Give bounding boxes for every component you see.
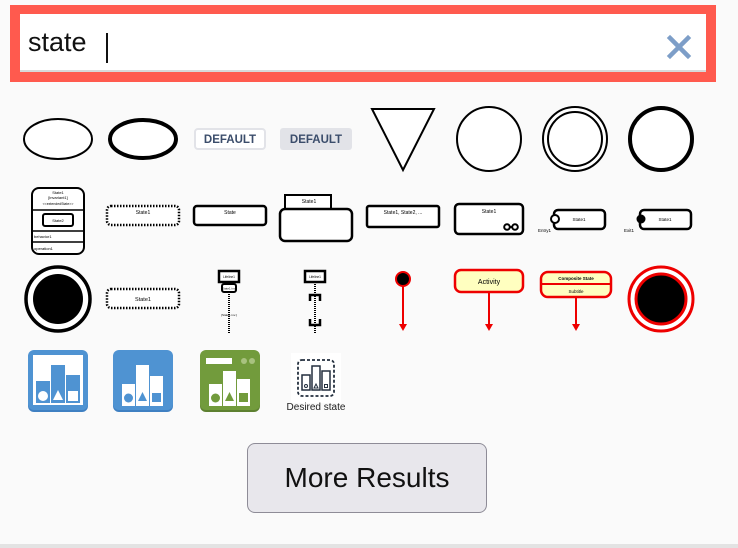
behavior-text: behavior1 (34, 234, 52, 239)
lifeline-label-text: Lifeline1 (223, 275, 235, 279)
operation-text: operation1 (34, 246, 54, 251)
shape-state-list[interactable]: State1, State2, ... (363, 181, 443, 251)
state-label-text: State1 (302, 199, 317, 205)
shape-circle[interactable] (449, 104, 529, 174)
search-input[interactable] (28, 14, 648, 70)
activity-label-text: Activity (478, 279, 501, 286)
search-box (10, 5, 716, 82)
aws-state-green-icon[interactable] (190, 347, 270, 417)
state-label-text: State1 (135, 297, 151, 303)
shape-final-state-red[interactable] (621, 264, 701, 334)
invariant-note-text: {State1 inv.} (221, 313, 237, 317)
shape-state-entry-point[interactable]: State1 Entry1 (535, 184, 615, 254)
shape-double-circle[interactable] (535, 104, 615, 174)
state-label-text: State1 (572, 217, 586, 222)
exit-label-text: Exit1 (624, 228, 635, 233)
composite-label-text: Composite State (558, 276, 594, 281)
shape-triangle-down[interactable] (363, 104, 443, 174)
shape-state-dashed-wide[interactable]: State1 (103, 264, 183, 334)
shape-state-dashed[interactable]: State1 (103, 181, 183, 251)
shape-final-state[interactable] (18, 264, 98, 334)
shape-state-with-tab[interactable]: State1 (276, 184, 356, 254)
desired-state-label: Desired state (286, 402, 346, 413)
shape-ellipse[interactable] (18, 104, 98, 174)
state-label-text: State1, State2, ... (384, 210, 423, 216)
shape-lifeline-state-invariant[interactable]: Lifeline1 State1 inv. {State1 inv.} (190, 264, 270, 334)
shape-initial-state-red[interactable] (363, 264, 443, 334)
stereotype-text: <<extendedState>> (43, 202, 74, 206)
shape-thick-circle[interactable] (621, 104, 701, 174)
state-label-text: State1 (658, 217, 672, 222)
invariant-text: [invariant1] (48, 195, 68, 200)
shape-composite-state-red[interactable]: Composite State Subtitle (535, 264, 615, 334)
shape-composite-state-detailed[interactable]: State1 [invariant1] <<extendedState>> St… (18, 186, 98, 256)
shape-lifeline-continuation[interactable]: Lifeline1 (276, 264, 356, 334)
state-label-text: State1 (136, 210, 151, 216)
close-icon[interactable] (666, 34, 692, 60)
shape-ellipse-thick[interactable] (103, 104, 183, 174)
entry-label-text: Entry1 (538, 228, 552, 233)
label-default-outline[interactable]: DEFAULT (190, 104, 270, 174)
subtitle-text: Subtitle (568, 289, 584, 294)
state-label-text: State1 (482, 209, 497, 215)
search-field[interactable] (20, 14, 706, 72)
default-label-text: DEFAULT (290, 134, 342, 146)
label-default-filled[interactable]: DEFAULT (276, 104, 356, 174)
bottom-divider (0, 544, 738, 548)
shape-state-simple[interactable]: State (190, 181, 270, 251)
shape-state-exit-point[interactable]: State1 Exit1 (621, 184, 701, 254)
default-label-text: DEFAULT (204, 134, 256, 146)
aws-state-outline-icon[interactable] (18, 347, 98, 417)
invariant-label-text: State1 inv. (222, 287, 236, 291)
substate-text: State2 (52, 218, 64, 223)
shape-state-composite-icon[interactable]: State1 (449, 184, 529, 254)
state-label-text: State (224, 210, 236, 216)
lifeline-label-text: Lifeline1 (309, 275, 321, 279)
shape-activity-state[interactable]: Activity (449, 264, 529, 334)
more-results-button[interactable]: More Results (247, 443, 487, 513)
text-caret (106, 33, 108, 63)
aws-state-blue-icon[interactable] (103, 347, 183, 417)
